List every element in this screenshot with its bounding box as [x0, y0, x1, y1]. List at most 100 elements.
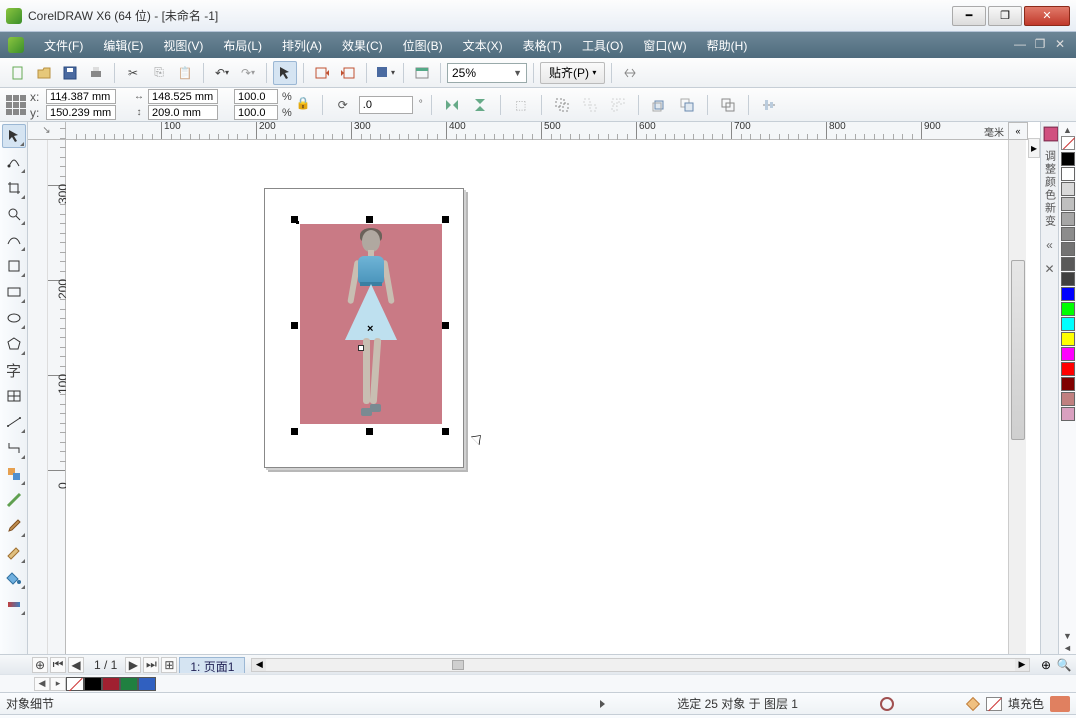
convert-curves-button[interactable]: [716, 93, 740, 117]
crop-tool[interactable]: [2, 176, 26, 200]
doc-palette-menu-button[interactable]: ▸: [50, 677, 66, 691]
resize-handle-ml[interactable]: [291, 322, 298, 329]
color-swatch[interactable]: [1061, 197, 1075, 211]
page-add-button[interactable]: ⊞: [161, 657, 177, 673]
menu-bitmaps[interactable]: 位图(B): [393, 34, 453, 57]
import-button[interactable]: [310, 61, 334, 85]
y-position-input[interactable]: [46, 105, 116, 120]
to-front-button[interactable]: [647, 93, 671, 117]
mirror-v-button[interactable]: [468, 93, 492, 117]
dimension-tool[interactable]: [2, 410, 26, 434]
scrollbar-thumb[interactable]: [1011, 260, 1025, 440]
page-prev-button[interactable]: ◀: [68, 657, 84, 673]
color-swatch[interactable]: [1061, 257, 1075, 271]
zoom-tool[interactable]: [2, 202, 26, 226]
page-tab[interactable]: 1: 页面1: [179, 657, 245, 673]
menu-file[interactable]: 文件(F): [34, 34, 93, 57]
color-swatch[interactable]: [1061, 287, 1075, 301]
docker-label[interactable]: 调整颜色新变: [1042, 150, 1058, 228]
new-button[interactable]: [6, 61, 30, 85]
smart-fill-tool[interactable]: [2, 254, 26, 278]
menu-tools[interactable]: 工具(O): [572, 34, 633, 57]
group-button[interactable]: [550, 93, 574, 117]
zoom-select[interactable]: 25% ▼: [447, 63, 527, 83]
ruler-vertical[interactable]: 3002001000: [48, 140, 66, 654]
canvas[interactable]: ×: [66, 140, 1008, 654]
mdi-restore-button[interactable]: ❐: [1032, 38, 1048, 52]
color-swatch[interactable]: [1061, 242, 1075, 256]
color-swatch[interactable]: [1061, 377, 1075, 391]
undo-button[interactable]: ↶▾: [210, 61, 234, 85]
transparency-tool[interactable]: [2, 488, 26, 512]
doc-color-swatch[interactable]: [120, 677, 138, 691]
palette-expand-button[interactable]: ◄: [1061, 642, 1075, 654]
maximize-button[interactable]: ❐: [988, 6, 1022, 26]
page-first-button[interactable]: ⏮: [50, 657, 66, 673]
minimize-button[interactable]: ━: [952, 6, 986, 26]
eyedropper-tool[interactable]: [2, 514, 26, 538]
close-button[interactable]: ✕: [1024, 6, 1070, 26]
scale-y-input[interactable]: [234, 105, 278, 120]
palette-down-button[interactable]: ▼: [1061, 630, 1075, 642]
ruler-nav-button[interactable]: «: [1008, 122, 1028, 140]
color-swatch[interactable]: [1061, 347, 1075, 361]
resize-handle-br[interactable]: [442, 428, 449, 435]
zoom-all-button[interactable]: ⊕: [1038, 657, 1054, 673]
color-swatch[interactable]: [1061, 302, 1075, 316]
save-button[interactable]: [58, 61, 82, 85]
resize-handle-tm[interactable]: [366, 216, 373, 223]
mdi-close-button[interactable]: ✕: [1052, 38, 1068, 52]
effects-tool[interactable]: [2, 462, 26, 486]
doc-no-color-swatch[interactable]: [66, 677, 84, 691]
pick-mode-button[interactable]: [273, 61, 297, 85]
mdi-minimize-button[interactable]: —: [1012, 38, 1028, 52]
snap-button[interactable]: 贴齐(P) ▾: [540, 62, 605, 84]
page-last-button[interactable]: ⏭: [143, 657, 159, 673]
menu-table[interactable]: 表格(T): [513, 34, 572, 57]
color-swatch[interactable]: [1061, 332, 1075, 346]
open-button[interactable]: [32, 61, 56, 85]
doc-color-swatch[interactable]: [84, 677, 102, 691]
width-input[interactable]: [148, 89, 218, 104]
selection-pivot-icon[interactable]: [358, 345, 364, 351]
ungroup-all-button[interactable]: [606, 93, 630, 117]
menu-arrange[interactable]: 排列(A): [272, 34, 332, 57]
record-icon[interactable]: [880, 697, 894, 711]
print-button[interactable]: [84, 61, 108, 85]
redo-button[interactable]: ↷▾: [236, 61, 260, 85]
shape-tool[interactable]: [2, 150, 26, 174]
menu-help[interactable]: 帮助(H): [697, 34, 758, 57]
docker-icon[interactable]: [1043, 126, 1057, 140]
doc-color-swatch[interactable]: [102, 677, 120, 691]
table-tool[interactable]: [2, 384, 26, 408]
color-swatch[interactable]: [1061, 362, 1075, 376]
ellipse-tool[interactable]: [2, 306, 26, 330]
color-swatch[interactable]: [1061, 407, 1075, 421]
outline-tool[interactable]: [2, 540, 26, 564]
color-swatch[interactable]: [1061, 272, 1075, 286]
doc-color-swatch[interactable]: [138, 677, 156, 691]
vertical-scrollbar[interactable]: [1008, 140, 1026, 654]
fill-tool[interactable]: [2, 566, 26, 590]
color-swatch[interactable]: [1061, 152, 1075, 166]
status-expand-icon[interactable]: [600, 700, 605, 708]
mirror-h-button[interactable]: [440, 93, 464, 117]
connector-tool[interactable]: [2, 436, 26, 460]
hints-toggle[interactable]: ▸: [1028, 138, 1040, 158]
docker-collapse-button[interactable]: «: [1046, 238, 1053, 252]
menu-layout[interactable]: 布局(L): [213, 34, 272, 57]
docker-close-button[interactable]: ✕: [1044, 262, 1054, 276]
color-swatch[interactable]: [1061, 167, 1075, 181]
no-fill-icon[interactable]: [986, 697, 1002, 711]
pick-tool[interactable]: [2, 124, 26, 148]
ungroup-button[interactable]: ⬚: [509, 93, 533, 117]
text-tool[interactable]: 字: [2, 358, 26, 382]
rectangle-tool[interactable]: [2, 280, 26, 304]
to-back-button[interactable]: [675, 93, 699, 117]
no-color-swatch[interactable]: [1061, 136, 1075, 150]
origin-grid-icon[interactable]: [6, 95, 26, 115]
menu-window[interactable]: 窗口(W): [633, 34, 696, 57]
page-plus-button[interactable]: ⊕: [32, 657, 48, 673]
user-avatar-icon[interactable]: [1050, 696, 1070, 712]
menu-effects[interactable]: 效果(C): [332, 34, 393, 57]
